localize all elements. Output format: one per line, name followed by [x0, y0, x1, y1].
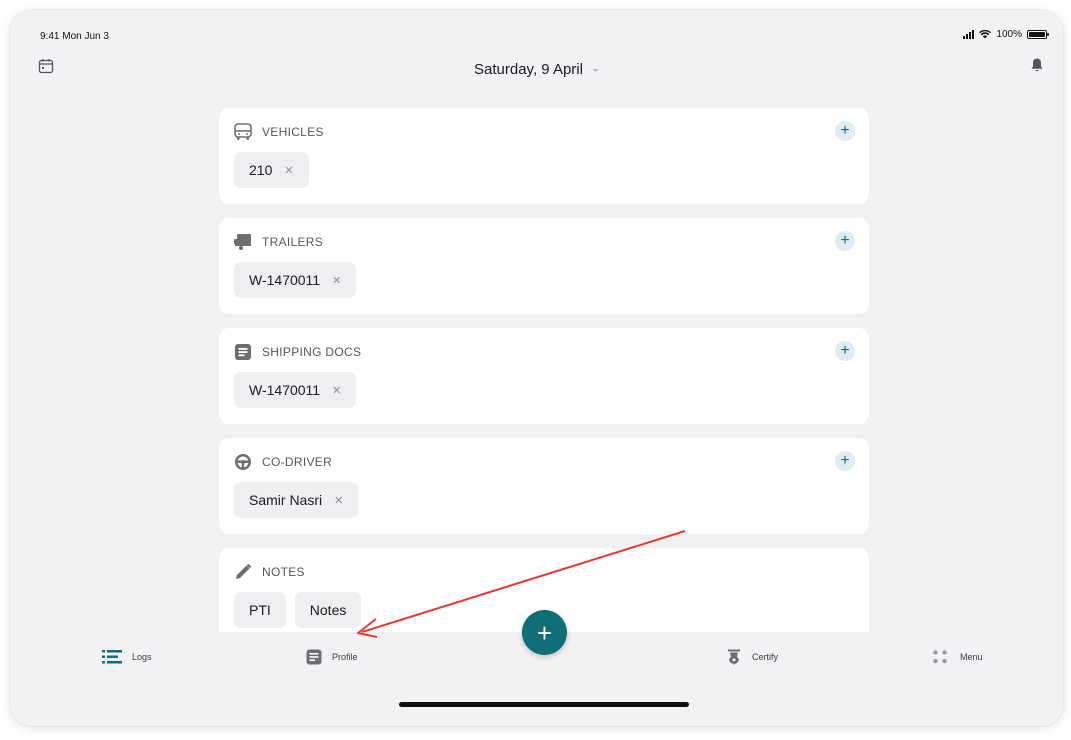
- close-icon[interactable]: ✕: [332, 274, 341, 287]
- chevron-down-icon: [592, 69, 599, 72]
- home-indicator: [399, 702, 689, 707]
- bell-icon[interactable]: [1029, 57, 1045, 78]
- tab-certify[interactable]: Certify: [726, 649, 778, 665]
- date-selector[interactable]: Saturday, 9 April: [474, 61, 599, 78]
- note-chip[interactable]: PTI: [234, 592, 286, 628]
- battery-percent: 100%: [996, 29, 1022, 40]
- trailer-chip[interactable]: W-1470011 ✕: [234, 262, 357, 298]
- cellular-signal-icon: [963, 30, 975, 39]
- wifi-icon: [979, 30, 992, 39]
- trailers-card: TRAILERS + W-1470011 ✕: [219, 218, 869, 314]
- chip-label: Notes: [309, 602, 347, 618]
- card-title: VEHICLES: [262, 125, 324, 139]
- card-title: NOTES: [262, 565, 305, 579]
- menu-grid-icon: [933, 650, 947, 664]
- add-shipping-doc-button[interactable]: +: [835, 341, 855, 361]
- co-driver-chip[interactable]: Samir Nasri ✕: [234, 482, 359, 518]
- trailer-icon: [233, 232, 253, 252]
- tab-label: Logs: [132, 652, 152, 662]
- steering-wheel-icon: [233, 452, 253, 472]
- add-trailer-button[interactable]: +: [835, 231, 855, 251]
- chip-label: PTI: [249, 602, 271, 618]
- tab-logs[interactable]: Logs: [102, 649, 152, 665]
- card-title: SHIPPING DOCS: [262, 345, 362, 359]
- shipping-doc-chip[interactable]: W-1470011 ✕: [234, 372, 357, 408]
- tab-profile[interactable]: Profile: [306, 649, 358, 665]
- logs-icon: [102, 650, 122, 664]
- chip-label: Samir Nasri: [249, 492, 323, 508]
- certify-icon: [728, 649, 740, 665]
- tablet-screen: 9:41 Mon Jun 3 100% Saturday, 9 April VE…: [10, 10, 1063, 726]
- status-indicators: 100%: [963, 29, 1049, 40]
- top-bar: Saturday, 9 April: [10, 50, 1063, 86]
- pencil-icon: [233, 562, 253, 582]
- calendar-icon[interactable]: [38, 58, 54, 79]
- card-title: TRAILERS: [262, 235, 324, 249]
- close-icon[interactable]: ✕: [284, 164, 293, 177]
- vehicles-card: VEHICLES + 210 ✕: [219, 108, 869, 204]
- chip-label: 210: [249, 162, 273, 178]
- tab-label: Menu: [960, 652, 983, 662]
- status-time: 9:41 Mon Jun 3: [40, 31, 109, 42]
- date-title: Saturday, 9 April: [474, 61, 583, 78]
- add-fab-button[interactable]: +: [522, 610, 567, 655]
- chip-label: W-1470011: [249, 272, 321, 288]
- tab-menu[interactable]: Menu: [932, 649, 983, 665]
- close-icon[interactable]: ✕: [332, 384, 341, 397]
- add-co-driver-button[interactable]: +: [835, 451, 855, 471]
- chip-label: W-1470011: [249, 382, 321, 398]
- co-driver-card: CO-DRIVER + Samir Nasri ✕: [219, 438, 869, 534]
- shipping-docs-card: SHIPPING DOCS + W-1470011 ✕: [219, 328, 869, 424]
- profile-icon: [306, 649, 322, 665]
- note-chip[interactable]: Notes: [294, 592, 362, 628]
- vehicle-chip[interactable]: 210 ✕: [234, 152, 309, 188]
- status-bar: 9:41 Mon Jun 3 100%: [10, 10, 1063, 50]
- tab-label: Profile: [332, 652, 358, 662]
- add-vehicle-button[interactable]: +: [835, 121, 855, 141]
- bus-icon: [233, 122, 253, 142]
- battery-icon: [1027, 30, 1049, 39]
- close-icon[interactable]: ✕: [334, 494, 343, 507]
- card-title: CO-DRIVER: [262, 455, 333, 469]
- document-icon: [233, 342, 253, 362]
- tab-label: Certify: [752, 652, 779, 662]
